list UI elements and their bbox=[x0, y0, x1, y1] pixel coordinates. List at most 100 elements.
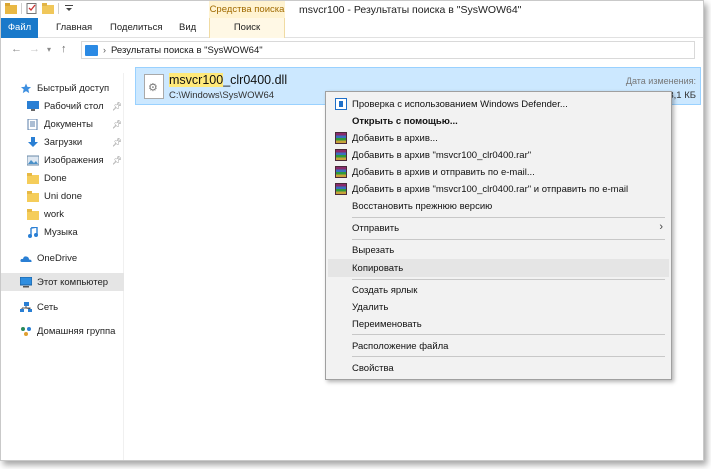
back-arrow-icon[interactable]: ← bbox=[11, 43, 22, 55]
cloud-icon bbox=[20, 255, 32, 262]
menu-item-send-to[interactable]: Отправить › bbox=[328, 219, 669, 237]
new-folder-icon[interactable] bbox=[42, 3, 54, 14]
qat-divider bbox=[21, 3, 22, 14]
pin-icon[interactable]: 📌︎ bbox=[112, 120, 122, 129]
menu-item-restore-previous[interactable]: Восстановить прежнюю версию bbox=[328, 197, 669, 215]
menu-item-label: Открыть с помощью... bbox=[352, 115, 458, 127]
explorer-window: Средства поиска msvcr100 - Результаты по… bbox=[0, 0, 704, 461]
winrar-icon bbox=[335, 183, 347, 195]
menu-item-defender-scan[interactable]: Проверка с использованием Windows Defend… bbox=[328, 95, 669, 113]
sidebar-item-desktop[interactable]: Рабочий стол 📌︎ bbox=[1, 97, 124, 115]
sidebar-item-uni-done[interactable]: Uni done bbox=[1, 187, 124, 205]
date-modified-label: Дата изменения: bbox=[625, 76, 696, 86]
address-bar[interactable]: › Результаты поиска в "SysWOW64" bbox=[81, 41, 695, 59]
sidebar-item-label: Домашняя группа bbox=[37, 325, 116, 337]
sidebar-item-this-pc[interactable]: Этот компьютер bbox=[1, 273, 124, 291]
menu-item-label: Добавить в архив "msvcr100_clr0400.rar" bbox=[352, 149, 532, 161]
sidebar-item-label: Done bbox=[44, 172, 67, 184]
winrar-icon bbox=[335, 149, 347, 161]
tab-file[interactable]: Файл bbox=[1, 18, 38, 38]
menu-item-label: Удалить bbox=[352, 301, 389, 313]
menu-item-open-with[interactable]: Открыть с помощью... bbox=[328, 112, 669, 130]
sidebar-item-pictures[interactable]: Изображения 📌︎ bbox=[1, 151, 124, 169]
sidebar-item-work[interactable]: work bbox=[1, 205, 124, 223]
menu-item-add-to-archive[interactable]: Добавить в архив... bbox=[328, 129, 669, 147]
tab-search[interactable]: Поиск bbox=[209, 18, 285, 38]
menu-item-rar-and-email[interactable]: Добавить в архив "msvcr100_clr0400.rar" … bbox=[328, 180, 669, 198]
desktop-icon bbox=[27, 100, 39, 111]
quick-access-toolbar bbox=[5, 3, 75, 14]
submenu-arrow-icon: › bbox=[659, 221, 663, 233]
sidebar-item-label: Загрузки bbox=[44, 136, 83, 148]
network-icon bbox=[20, 301, 32, 312]
menu-separator bbox=[352, 334, 665, 335]
folder-icon bbox=[27, 190, 39, 202]
sidebar-item-documents[interactable]: Документы 📌︎ bbox=[1, 115, 124, 133]
sidebar-item-downloads[interactable]: Загрузки 📌︎ bbox=[1, 133, 124, 151]
menu-item-label: Копировать bbox=[352, 262, 404, 274]
properties-icon[interactable] bbox=[26, 3, 38, 14]
menu-item-label: Добавить в архив... bbox=[352, 132, 438, 144]
menu-separator bbox=[352, 356, 665, 357]
sidebar-item-label: OneDrive bbox=[37, 252, 78, 264]
defender-icon bbox=[335, 98, 347, 110]
dll-file-icon bbox=[144, 74, 164, 99]
explorer-folder-icon bbox=[5, 3, 17, 14]
tab-home[interactable]: Главная bbox=[48, 18, 100, 38]
menu-item-file-location[interactable]: Расположение файла bbox=[328, 337, 669, 355]
sidebar-item-label: Документы bbox=[44, 118, 93, 130]
download-icon bbox=[28, 136, 38, 147]
sidebar-item-label: Быстрый доступ bbox=[37, 82, 110, 94]
pin-icon[interactable]: 📌︎ bbox=[112, 102, 122, 111]
sidebar-item-label: Изображения bbox=[44, 154, 104, 166]
title-bar: Средства поиска msvcr100 - Результаты по… bbox=[1, 1, 703, 18]
file-name-rest: _clr0400.dll bbox=[223, 73, 288, 87]
winrar-icon bbox=[335, 132, 347, 144]
file-path: C:\Windows\SysWOW64 bbox=[169, 90, 275, 101]
sidebar-item-network[interactable]: Сеть bbox=[1, 298, 124, 316]
breadcrumb-path[interactable]: Результаты поиска в "SysWOW64" bbox=[111, 45, 263, 56]
menu-item-archive-and-email[interactable]: Добавить в архив и отправить по e-mail..… bbox=[328, 163, 669, 181]
sidebar-item-music[interactable]: Музыка bbox=[1, 223, 124, 241]
search-match-highlight: msvcr100 bbox=[169, 73, 224, 87]
sidebar-item-homegroup[interactable]: Домашняя группа bbox=[1, 322, 124, 340]
recent-dropdown-icon[interactable]: ▾ bbox=[47, 45, 51, 54]
menu-separator bbox=[352, 217, 665, 218]
menu-item-create-shortcut[interactable]: Создать ярлык bbox=[328, 281, 669, 299]
menu-item-label: Вырезать bbox=[352, 244, 395, 256]
menu-item-label: Добавить в архив "msvcr100_clr0400.rar" … bbox=[352, 183, 629, 195]
documents-icon bbox=[27, 118, 38, 130]
navigation-pane: Быстрый доступ Рабочий стол 📌︎ Документы… bbox=[1, 73, 124, 460]
qat-divider bbox=[58, 3, 59, 14]
folder-icon bbox=[27, 172, 39, 184]
pin-icon[interactable]: 📌︎ bbox=[112, 156, 122, 165]
homegroup-icon bbox=[21, 326, 31, 336]
menu-item-cut[interactable]: Вырезать bbox=[328, 241, 669, 259]
navigation-bar: ← → ▾ ↑ › Результаты поиска в "SysWOW64" bbox=[1, 39, 703, 61]
menu-item-label: Проверка с использованием Windows Defend… bbox=[352, 98, 568, 110]
breadcrumb-chevron-icon[interactable]: › bbox=[103, 45, 106, 55]
search-results-folder-icon bbox=[85, 44, 98, 56]
menu-item-label: Создать ярлык bbox=[352, 284, 418, 296]
tab-share[interactable]: Поделиться bbox=[102, 18, 170, 38]
pin-icon[interactable]: 📌︎ bbox=[112, 138, 122, 147]
tab-view[interactable]: Вид bbox=[171, 18, 204, 38]
menu-item-copy[interactable]: Копировать bbox=[328, 259, 669, 277]
menu-item-properties[interactable]: Свойства bbox=[328, 359, 669, 377]
menu-separator bbox=[352, 279, 665, 280]
sidebar-item-label: Рабочий стол bbox=[44, 100, 104, 112]
menu-item-delete[interactable]: Удалить bbox=[328, 298, 669, 316]
forward-arrow-icon[interactable]: → bbox=[29, 43, 40, 55]
up-arrow-icon[interactable]: ↑ bbox=[61, 43, 67, 55]
menu-item-rename[interactable]: Переименовать bbox=[328, 315, 669, 333]
customize-qat-icon[interactable] bbox=[63, 3, 75, 14]
sidebar-item-quick-access[interactable]: Быстрый доступ bbox=[1, 79, 124, 97]
menu-item-label: Свойства bbox=[352, 362, 394, 374]
file-name[interactable]: msvcr100_clr0400.dll bbox=[169, 73, 287, 87]
menu-item-label: Восстановить прежнюю версию bbox=[352, 200, 493, 212]
sidebar-item-done[interactable]: Done bbox=[1, 169, 124, 187]
sidebar-item-onedrive[interactable]: OneDrive bbox=[1, 249, 124, 267]
menu-item-add-to-rar[interactable]: Добавить в архив "msvcr100_clr0400.rar" bbox=[328, 146, 669, 164]
menu-separator bbox=[352, 239, 665, 240]
sidebar-item-label: Этот компьютер bbox=[37, 276, 109, 288]
